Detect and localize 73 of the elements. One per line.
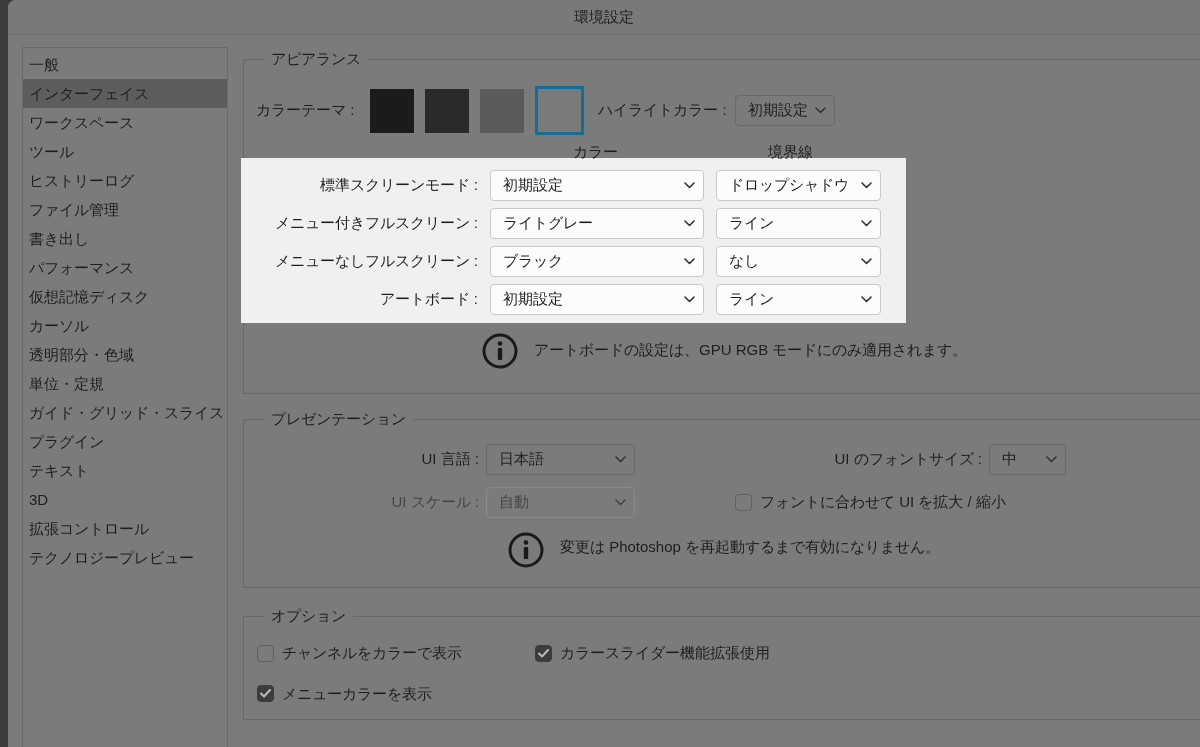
chevron-icon [684, 181, 695, 189]
chevron-icon [684, 219, 695, 227]
field-label: ハイライトカラー : [598, 100, 727, 121]
sidebar-item[interactable]: ヒストリーログ [23, 166, 227, 195]
field-label: UI 言語 : [420, 449, 479, 470]
theme-swatch[interactable] [370, 88, 415, 133]
note-text: アートボードの設定は、GPU RGB モードにのみ適用されます。 [534, 339, 968, 360]
sidebar-item[interactable]: プラグイン [23, 427, 227, 456]
checkmark-icon [538, 648, 549, 658]
checkbox-label: カラースライダー機能拡張使用 [560, 643, 770, 663]
section-title: オプション [264, 606, 353, 626]
sidebar-item[interactable]: パフォーマンス [23, 253, 227, 282]
sidebar-item[interactable]: ファイル管理 [23, 195, 227, 224]
sidebar-item[interactable]: ワークスペース [23, 108, 227, 137]
checkbox[interactable] [257, 685, 274, 703]
checkbox-label: メニューカラーを表示 [282, 683, 432, 704]
sidebar-item[interactable]: 3D [23, 485, 227, 514]
note-text: 変更は Photoshop を再起動するまで有効になりません。 [560, 537, 941, 557]
dropdown[interactable]: 初期設定 [734, 95, 835, 126]
dropdown[interactable]: なし [716, 245, 881, 277]
column-header: 境界線 [768, 142, 813, 162]
theme-swatch[interactable] [535, 86, 585, 135]
sidebar-item[interactable]: 書き出し [23, 224, 227, 253]
section-title: アピアランス [264, 49, 368, 69]
dropdown[interactable]: ドロップシャドウ [716, 169, 881, 201]
dropdown[interactable]: 中 [989, 444, 1066, 475]
dropdown[interactable]: ブラック [490, 245, 704, 277]
field-label: メニューなしフルスクリーン : [273, 250, 478, 271]
dropdown[interactable]: ライトグレー [490, 207, 704, 239]
chevron-icon [861, 219, 872, 227]
sidebar-item[interactable]: テキスト [23, 456, 227, 485]
dropdown[interactable]: 初期設定 [490, 283, 704, 315]
chevron-icon [861, 257, 872, 265]
sidebar-item[interactable]: 単位・定規 [23, 369, 227, 398]
chevron-icon [684, 257, 695, 265]
sidebar-item[interactable]: インターフェイス [23, 79, 227, 108]
field-label: カラーテーマ : [256, 100, 355, 121]
checkbox[interactable] [535, 644, 552, 662]
field-label: メニュー付きフルスクリーン : [273, 212, 478, 233]
dropdown[interactable]: ライン [716, 283, 881, 315]
chevron-icon [615, 456, 626, 463]
theme-swatch[interactable] [480, 88, 525, 133]
chevron-icon [861, 181, 872, 189]
sidebar-item[interactable]: 仮想記憶ディスク [23, 282, 227, 311]
dropdown[interactable]: 初期設定 [490, 169, 704, 201]
chevron-icon [1046, 456, 1057, 463]
sidebar-item[interactable]: 透明部分・色域 [23, 340, 227, 369]
checkbox[interactable] [257, 644, 274, 662]
info-icon [508, 532, 544, 568]
chevron-icon [684, 295, 695, 303]
section-title: プレゼンテーション [264, 409, 413, 429]
checkbox[interactable] [735, 494, 752, 511]
column-header: カラー [573, 142, 618, 162]
theme-swatch[interactable] [425, 88, 470, 133]
sidebar-item[interactable]: ガイド・グリッド・スライス [23, 398, 227, 427]
chevron-icon [615, 499, 626, 506]
checkmark-icon [260, 689, 271, 699]
sidebar-item[interactable]: ツール [23, 137, 227, 166]
sidebar-item[interactable]: 一般 [23, 50, 227, 79]
info-icon [482, 332, 518, 369]
dropdown[interactable]: ライン [716, 207, 881, 239]
sidebar-item[interactable]: カーソル [23, 311, 227, 340]
sidebar-item[interactable]: テクノロジープレビュー [23, 543, 227, 572]
field-label: 標準スクリーンモード : [318, 174, 478, 195]
window-title: 環境設定 [574, 6, 634, 27]
sidebar-item[interactable]: 拡張コントロール [23, 514, 227, 543]
chevron-icon [861, 295, 872, 303]
chevron-icon [814, 107, 826, 114]
field-label: UI のフォントサイズ : [833, 449, 982, 470]
field-label: アートボード : [378, 288, 478, 309]
checkbox-label: チャンネルをカラーで表示 [282, 643, 462, 663]
checkbox-label: フォントに合わせて UI を拡大 / 縮小 [760, 492, 1006, 513]
dropdown[interactable]: 日本語 [486, 444, 635, 475]
